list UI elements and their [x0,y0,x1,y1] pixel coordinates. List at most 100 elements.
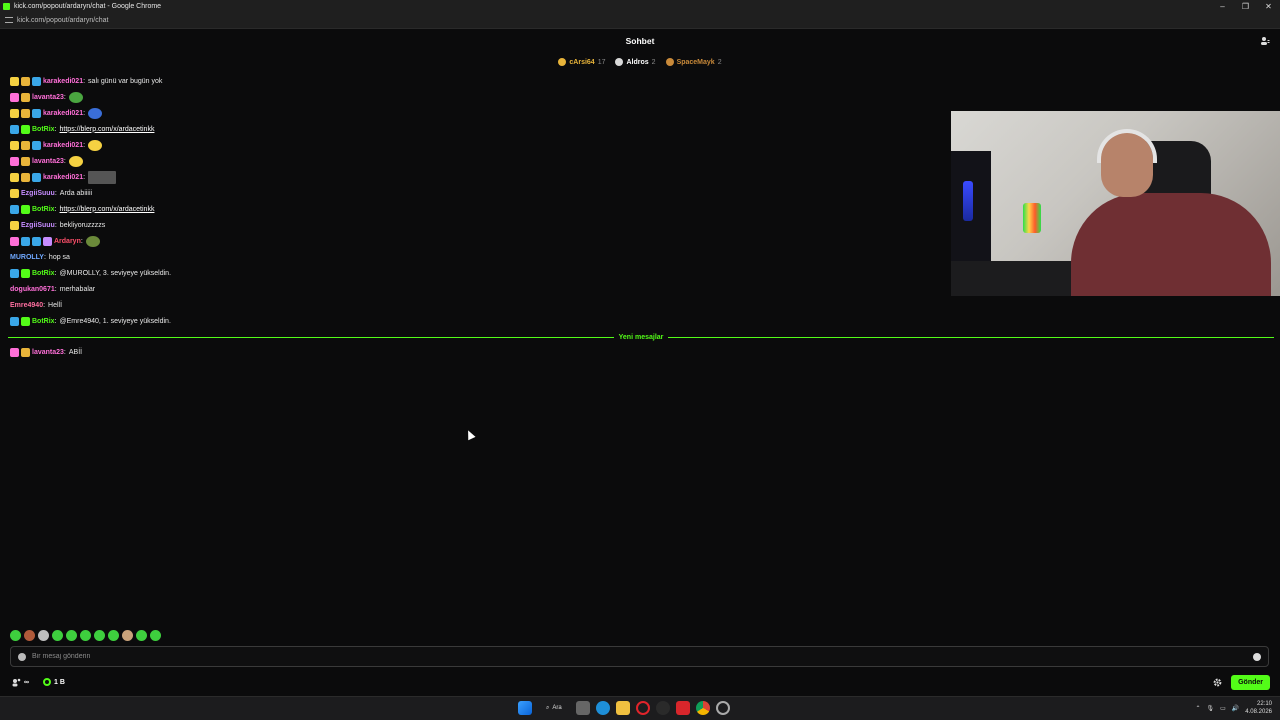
chat-username[interactable]: Emre4940 [10,302,43,309]
user-badge-icon[interactable] [21,76,30,86]
leaderboard-entry[interactable]: Aldros 2 [615,56,656,68]
emote-icon[interactable] [80,630,91,641]
maximize-button[interactable]: ❐ [1234,2,1257,11]
user-badge-icon[interactable] [21,172,30,182]
emote-icon[interactable] [94,630,105,641]
quick-emote-bar[interactable] [10,630,161,641]
chat-emote-icon[interactable] [85,235,100,247]
network-icon[interactable]: ▭ [1220,705,1226,712]
chat-emote-icon[interactable] [88,107,103,119]
chat-username[interactable]: karakedi021 [43,110,83,117]
user-badge-icon[interactable] [21,347,30,357]
chat-username[interactable]: karakedi021 [43,78,83,85]
chat-username[interactable]: lavanta23 [32,94,64,101]
minimize-button[interactable]: – [1211,2,1234,11]
emoji-picker-icon[interactable] [1253,652,1261,661]
emote-icon[interactable] [24,630,35,641]
user-badge-icon[interactable] [32,140,41,150]
user-badge-icon[interactable] [10,347,19,357]
chat-emote-icon[interactable] [88,139,103,151]
viewer-info[interactable]: ∞ [12,678,29,687]
user-badge-icon[interactable] [32,236,41,246]
user-badge-icon[interactable] [10,140,19,150]
chat-username[interactable]: dogukan0671 [10,286,55,293]
chat-username[interactable]: lavanta23 [32,349,64,356]
chat-username[interactable]: Ardaryn [54,238,81,245]
user-badge-icon[interactable] [32,76,41,86]
emote-icon[interactable] [108,630,119,641]
emote-icon[interactable] [122,630,133,641]
emote-icon[interactable] [52,630,63,641]
address-bar[interactable]: kick.com/popout/ardaryn/chat [0,12,1280,29]
user-badge-icon[interactable] [21,236,30,246]
user-badge-icon[interactable] [32,172,41,182]
chat-username[interactable]: MUROLLY [10,254,44,261]
chat-username[interactable]: BotRix [32,126,55,133]
file-explorer-icon[interactable] [615,701,630,715]
taskbar-clock[interactable]: 22:10 4.08.2026 [1245,700,1272,716]
emote-icon[interactable] [38,630,49,641]
user-badge-icon[interactable] [10,108,19,118]
volume-icon[interactable]: 🔊 [1232,705,1239,712]
user-badge-icon[interactable] [21,124,30,134]
chat-username[interactable]: karakedi021 [43,142,83,149]
user-badge-icon[interactable] [43,236,52,246]
chat-input-container[interactable] [10,646,1269,667]
edge-icon[interactable] [595,701,610,715]
user-badge-icon[interactable] [10,92,19,102]
chat-link[interactable]: https://blerp.com/x/ardacetinkk [60,206,155,213]
user-badge-icon[interactable] [10,316,19,326]
chat-link[interactable]: https://blerp.com/x/ardacetinkk [60,126,155,133]
user-badge-icon[interactable] [21,204,30,214]
user-badge-icon[interactable] [10,172,19,182]
capture-app-icon[interactable] [715,701,730,715]
user-badge-icon[interactable] [10,204,19,214]
user-badge-icon[interactable] [21,140,30,150]
taskbar-search[interactable]: ⌕ Ara [538,701,570,715]
user-badge-icon[interactable] [10,236,19,246]
user-settings-icon[interactable] [1260,36,1270,46]
chat-username[interactable]: lavanta23 [32,158,64,165]
user-badge-icon[interactable] [32,108,41,118]
user-badge-icon[interactable] [10,76,19,86]
chat-username[interactable]: EzgiiSuuu [21,190,55,197]
leaderboard-entry[interactable]: cArsi64 17 [558,56,605,68]
chat-username[interactable]: BotRix [32,206,55,213]
task-view-icon[interactable] [575,701,590,715]
user-badge-icon[interactable] [10,188,19,198]
user-badge-icon[interactable] [21,108,30,118]
send-button[interactable]: Gönder [1231,674,1270,690]
chat-username[interactable]: EzgiiSuuu [21,222,55,229]
user-badge-icon[interactable] [10,124,19,134]
user-badge-icon[interactable] [21,268,30,278]
windows-start-icon[interactable] [518,701,532,715]
red-app-icon[interactable] [675,701,690,715]
leaderboard-entry[interactable]: SpaceMayk 2 [665,56,722,68]
user-badge-icon[interactable] [21,316,30,326]
emote-icon[interactable] [10,630,21,641]
user-badge-icon[interactable] [10,220,19,230]
emote-icon[interactable] [66,630,77,641]
emote-icon[interactable] [136,630,147,641]
url-text[interactable]: kick.com/popout/ardaryn/chat [17,17,108,24]
microphone-icon[interactable]: 🎙 [1207,705,1215,712]
channel-points[interactable]: 1 B [43,678,65,686]
user-badge-icon[interactable] [10,268,19,278]
chrome-icon[interactable] [695,701,710,715]
close-button[interactable]: ✕ [1257,2,1280,11]
chat-emote-icon[interactable] [68,155,83,167]
chat-username[interactable]: BotRix [32,318,55,325]
emote-icon[interactable] [150,630,161,641]
user-badge-icon[interactable] [10,156,19,166]
opera-icon[interactable] [635,701,650,715]
settings-gear-icon[interactable] [1213,678,1222,687]
chat-emote-icon[interactable] [88,170,117,184]
chat-identity-icon[interactable] [18,652,26,661]
user-badge-icon[interactable] [21,92,30,102]
site-info-icon[interactable] [5,17,13,23]
chat-username[interactable]: BotRix [32,270,55,277]
chat-message-input[interactable] [32,653,1253,660]
steam-icon[interactable] [655,701,670,715]
user-badge-icon[interactable] [21,156,30,166]
chat-username[interactable]: karakedi021 [43,174,83,181]
